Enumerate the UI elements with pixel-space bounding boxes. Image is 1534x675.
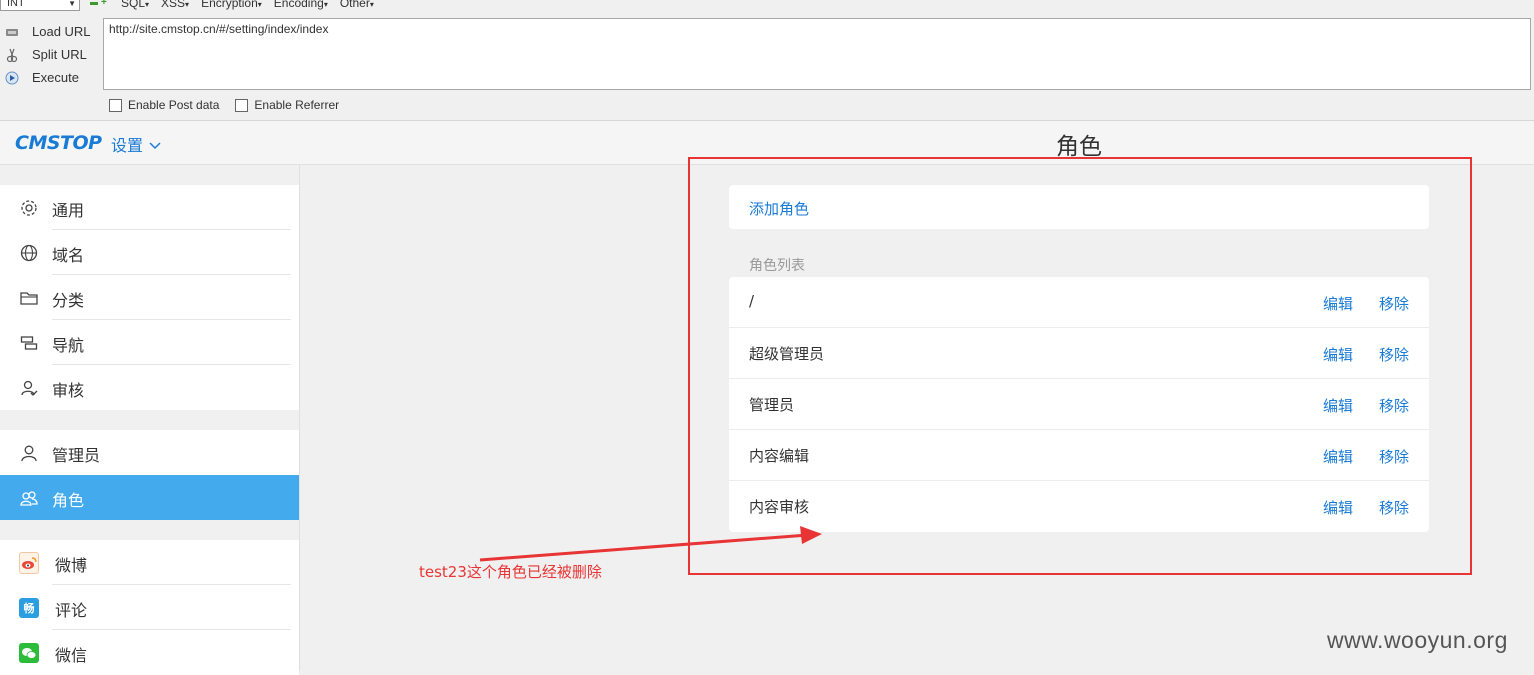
menu-xss[interactable]: XSS (161, 0, 189, 10)
sidebar-item-admin[interactable]: 管理员 (0, 430, 299, 475)
sidebar-item-label: 导航 (52, 336, 85, 355)
sidebar-item-comment[interactable]: 畅 评论 (0, 585, 299, 630)
sidebar-item-label: 审核 (52, 381, 85, 400)
chevron-down-icon: ▼ (68, 0, 76, 8)
split-url-label: Split URL (32, 47, 87, 62)
gear-icon (19, 198, 39, 218)
sidebar-group-general: 通用 域名 分类 导航 审核 (0, 185, 299, 410)
comment-icon: 畅 (19, 598, 39, 618)
enable-post-label: Enable Post data (128, 98, 220, 112)
sidebar-item-label: 域名 (52, 246, 85, 265)
scissors-icon (4, 47, 20, 63)
sidebar-item-label: 评论 (55, 601, 88, 620)
execute-label: Execute (32, 70, 79, 85)
play-icon (4, 70, 20, 86)
comment-badge: 畅 (19, 598, 39, 618)
sidebar-item-review[interactable]: 审核 (0, 365, 299, 410)
load-icon (4, 24, 20, 40)
annotation-highlight-box (688, 157, 1472, 575)
checkbox-box[interactable] (235, 98, 249, 112)
plus-icon[interactable]: + (101, 0, 109, 8)
split-url-button[interactable]: Split URL (4, 43, 99, 66)
weibo-icon (19, 552, 39, 574)
sidebar-item-general[interactable]: 通用 (0, 185, 299, 230)
globe-icon (19, 243, 39, 263)
sidebar-divider (299, 164, 300, 671)
enable-referrer-label: Enable Referrer (254, 98, 340, 112)
sidebar-item-weibo[interactable]: 微博 (0, 540, 299, 585)
execute-button[interactable]: Execute (4, 66, 99, 89)
page-title: 角色 (1056, 134, 1102, 160)
checkbox-box[interactable] (109, 98, 122, 112)
user-check-icon (19, 378, 39, 398)
sidebar-gap (0, 410, 299, 430)
hackbar-buttons: Load URL Split URL Execute (4, 20, 99, 89)
chevron-down-icon (149, 135, 161, 154)
menu-other[interactable]: Other (340, 0, 374, 10)
annotation-text: test23这个角色已经被删除 (419, 563, 602, 581)
plus-minus-controls: + (90, 0, 109, 8)
sidebar-group-social: 微博 畅 评论 微信 (0, 540, 299, 675)
sidebar-item-label: 管理员 (52, 446, 101, 465)
sidebar-item-category[interactable]: 分类 (0, 275, 299, 320)
folder-icon (19, 288, 39, 308)
url-textarea[interactable]: http://site.cmstop.cn/#/setting/index/in… (103, 18, 1531, 90)
settings-dropdown[interactable]: 设置 (111, 132, 161, 156)
sidebar-group-users: 管理员 角色 (0, 430, 299, 520)
sidebar-item-label: 分类 (52, 291, 85, 310)
user-icon (19, 443, 39, 463)
load-url-button[interactable]: Load URL (4, 20, 99, 43)
settings-label: 设置 (111, 136, 144, 155)
sidebar-item-label: 通用 (52, 201, 85, 220)
sidebar-gap (0, 520, 299, 540)
type-select-value: INT (7, 0, 25, 9)
sidebar-item-label: 微博 (55, 556, 88, 575)
load-url-label: Load URL (32, 24, 91, 39)
wechat-icon (19, 643, 39, 663)
navigation-icon (19, 333, 39, 353)
hackbar-options: Enable Post data Enable Referrer (109, 98, 339, 112)
hackbar-toolbar: INT ▼ + SQL XSS Encryption Encoding Other… (0, 0, 1534, 121)
minus-icon[interactable] (90, 2, 98, 5)
sidebar: 通用 域名 分类 导航 审核 管理员 角色 微博 畅 评论 微信 (0, 185, 299, 675)
users-icon (19, 488, 39, 508)
type-select[interactable]: INT ▼ (0, 0, 80, 11)
watermark: www.wooyun.org (1327, 627, 1508, 653)
cmstop-logo[interactable]: CMSTOP (15, 132, 102, 154)
menu-encoding[interactable]: Encoding (274, 0, 328, 10)
sidebar-item-label: 微信 (55, 646, 88, 665)
sidebar-item-role[interactable]: 角色 (0, 475, 299, 520)
sidebar-item-domain[interactable]: 域名 (0, 230, 299, 275)
sidebar-item-navigation[interactable]: 导航 (0, 320, 299, 365)
menu-sql[interactable]: SQL (121, 0, 149, 10)
menu-encryption[interactable]: Encryption (201, 0, 262, 10)
enable-post-checkbox[interactable]: Enable Post data (109, 98, 219, 112)
hackbar-menu: INT ▼ + SQL XSS Encryption Encoding Other (0, 0, 386, 12)
enable-referrer-checkbox[interactable]: Enable Referrer (235, 98, 339, 112)
sidebar-item-label: 角色 (52, 491, 85, 510)
sidebar-item-wechat[interactable]: 微信 (0, 630, 299, 675)
